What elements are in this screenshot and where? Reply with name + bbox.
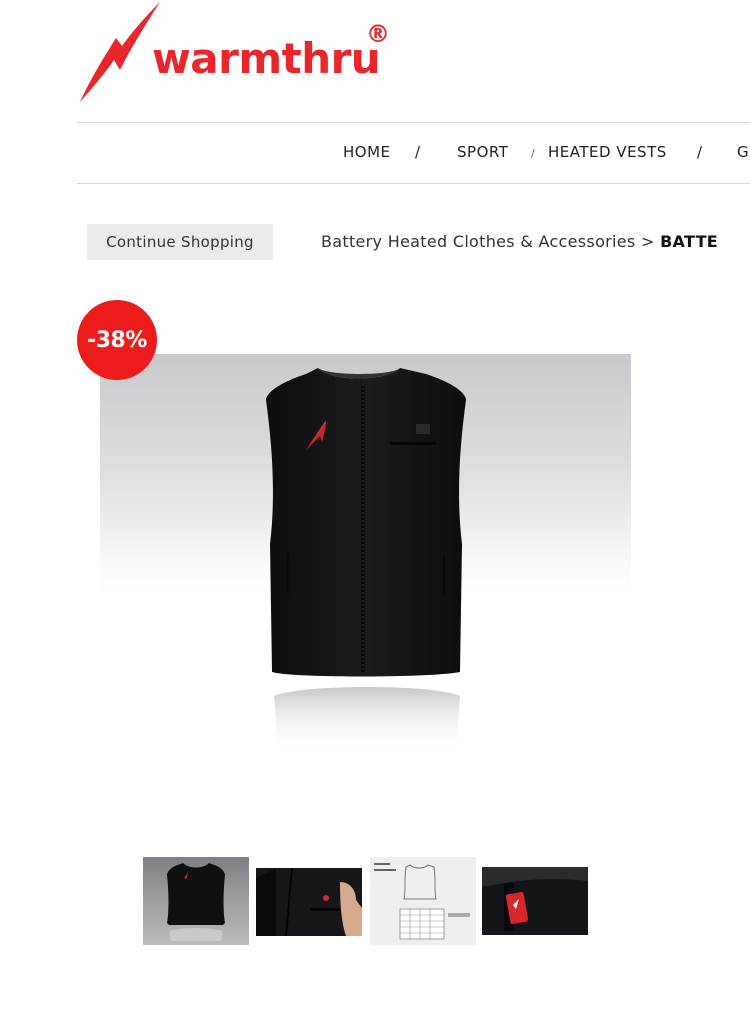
thumbnail-size-chart[interactable] [370, 857, 476, 945]
size-chart-thumbnail [370, 857, 476, 945]
thumbnail-vest-front[interactable] [143, 857, 249, 945]
nav-item-heated-vests[interactable]: HEATED VESTS [548, 143, 667, 161]
thumbnail-vest-pocket[interactable] [256, 868, 362, 936]
nav-item-truncated[interactable]: G [737, 143, 749, 161]
main-nav: HOME / SPORT / HEATED VESTS / G [0, 143, 750, 163]
black-heated-vest-image [266, 368, 466, 754]
vest-front-thumbnail [167, 863, 225, 941]
brand-name: warmthru [152, 34, 381, 83]
nav-item-sport[interactable]: SPORT [457, 143, 508, 161]
brand-logo[interactable]: warmthru ® [80, 2, 410, 106]
nav-item-home[interactable]: HOME [343, 143, 391, 161]
product-main-image[interactable] [100, 354, 631, 758]
thumbnail-vest-label[interactable] [482, 867, 588, 935]
breadcrumb-separator: > [640, 232, 655, 251]
header-divider-bottom [77, 183, 750, 184]
header-divider-top [77, 122, 750, 123]
breadcrumb-category-link[interactable]: Battery Heated Clothes & Accessories [321, 232, 636, 251]
nav-separator: / [531, 147, 535, 160]
breadcrumb: Battery Heated Clothes & Accessories > B… [321, 232, 718, 251]
breadcrumb-current: BATTE [660, 232, 719, 251]
discount-badge: -38% [77, 300, 157, 380]
vest-pocket-detail-thumbnail [256, 868, 362, 936]
vest-label-detail-thumbnail [482, 867, 588, 935]
nav-separator: / [697, 143, 703, 161]
nav-separator: / [415, 143, 421, 161]
continue-shopping-button[interactable]: Continue Shopping [87, 224, 273, 260]
registered-mark: ® [366, 20, 390, 48]
thumbnail-strip [143, 857, 603, 945]
